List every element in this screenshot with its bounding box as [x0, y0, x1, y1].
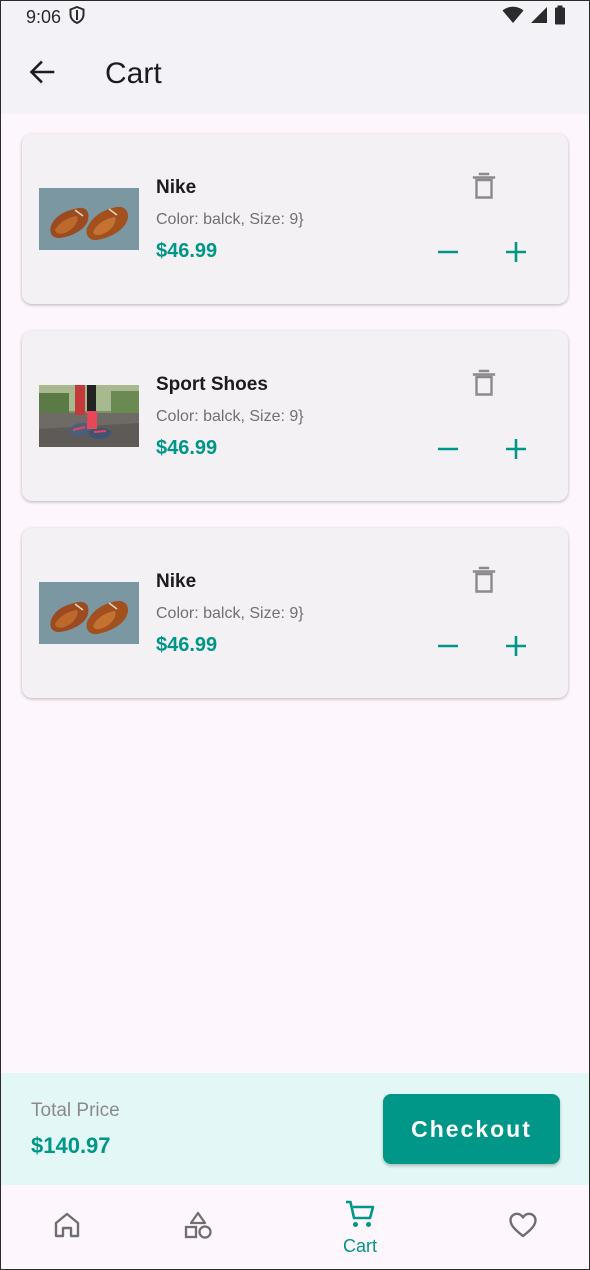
total-price-value: $140.97	[31, 1133, 111, 1158]
trash-icon	[472, 172, 496, 205]
back-button[interactable]	[14, 46, 70, 102]
signal-icon	[530, 6, 548, 29]
minus-icon	[436, 437, 460, 466]
categories-icon	[183, 1210, 213, 1245]
page-title: Cart	[105, 57, 162, 90]
cart-icon	[344, 1199, 376, 1234]
checkout-button[interactable]: Checkout	[383, 1094, 560, 1164]
decrease-quantity-button[interactable]	[430, 630, 466, 666]
arrow-left-icon	[29, 59, 55, 90]
cart-list: Nike Color: balck, Size: 9} $46.99 Sport…	[22, 134, 568, 725]
cart-item: Nike Color: balck, Size: 9} $46.99	[22, 528, 568, 698]
increase-quantity-button[interactable]	[498, 630, 534, 666]
trash-icon	[472, 566, 496, 599]
bottom-nav: Cart	[0, 1185, 590, 1270]
increase-quantity-button[interactable]	[498, 433, 534, 469]
cart-item: Sport Shoes Color: balck, Size: 9} $46.9…	[22, 331, 568, 501]
status-bar: 9:06	[0, 0, 590, 34]
status-time: 9:06	[26, 6, 62, 27]
app-bar: Cart	[0, 34, 590, 114]
checkout-bar: Total Price $140.97 Checkout	[0, 1073, 590, 1185]
plus-icon	[504, 437, 528, 466]
trash-icon	[472, 369, 496, 402]
nav-item-cart[interactable]: Cart	[310, 1185, 410, 1270]
battery-icon	[554, 5, 566, 30]
nav-item-favorites[interactable]	[473, 1185, 573, 1270]
increase-quantity-button[interactable]	[498, 236, 534, 272]
nav-item-label: Cart	[342, 1235, 377, 1256]
item-price: $46.99	[156, 240, 218, 262]
item-attributes: Color: balck, Size: 9}	[156, 605, 304, 622]
minus-icon	[436, 240, 460, 269]
item-price: $46.99	[156, 437, 218, 459]
delete-button[interactable]	[466, 367, 502, 403]
status-left: 9:06	[26, 5, 85, 29]
decrease-quantity-button[interactable]	[430, 433, 466, 469]
plus-icon	[504, 240, 528, 269]
decrease-quantity-button[interactable]	[430, 236, 466, 272]
nav-item-home[interactable]	[17, 1185, 117, 1270]
wifi-icon	[502, 6, 524, 29]
product-image	[39, 582, 139, 644]
status-right	[502, 5, 566, 30]
item-name: Nike	[156, 571, 197, 592]
heart-icon	[508, 1211, 538, 1244]
item-name: Nike	[156, 177, 197, 198]
delete-button[interactable]	[466, 170, 502, 206]
delete-button[interactable]	[466, 564, 502, 600]
product-image	[39, 188, 139, 250]
home-icon	[52, 1211, 82, 1244]
product-image	[39, 385, 139, 447]
nav-item-categories[interactable]	[148, 1185, 248, 1270]
total-price-label: Total Price	[31, 1100, 120, 1121]
shield-icon	[69, 5, 85, 29]
item-price: $46.99	[156, 634, 218, 656]
cart-item: Nike Color: balck, Size: 9} $46.99	[22, 134, 568, 304]
item-attributes: Color: balck, Size: 9}	[156, 408, 304, 425]
minus-icon	[436, 634, 460, 663]
plus-icon	[504, 634, 528, 663]
item-name: Sport Shoes	[156, 374, 268, 395]
item-attributes: Color: balck, Size: 9}	[156, 211, 304, 228]
